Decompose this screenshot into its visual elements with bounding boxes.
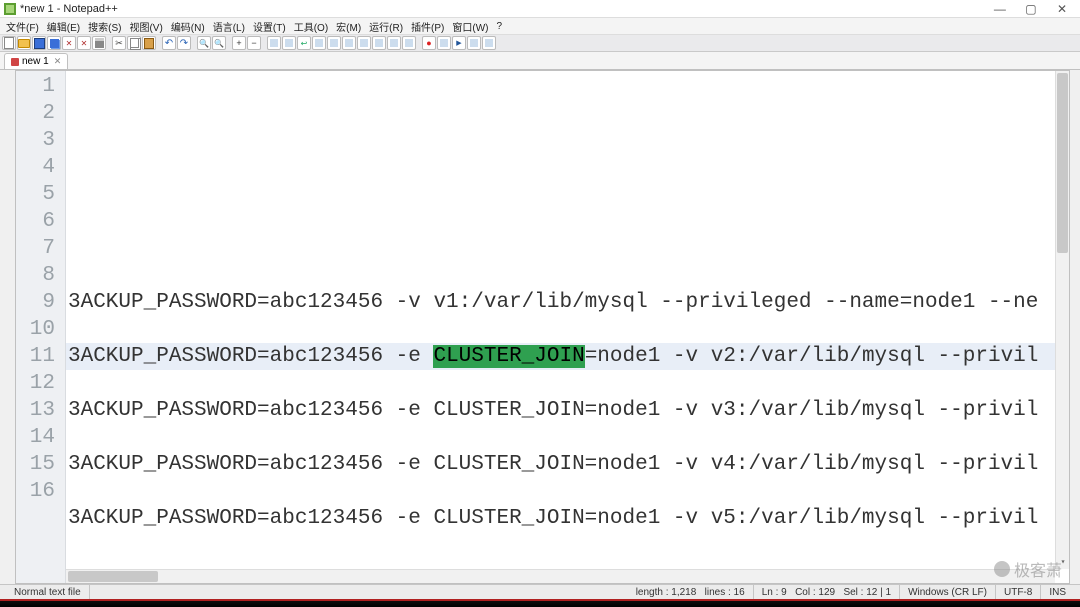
menu-settings[interactable]: 设置(T) (249, 19, 290, 34)
undo-icon[interactable] (162, 36, 176, 50)
code-area[interactable]: 3ACKUP_PASSWORD=abc123456 -v v1:/var/lib… (66, 71, 1069, 583)
minimize-button[interactable]: — (986, 2, 1014, 16)
zoom-in-icon[interactable] (232, 36, 246, 50)
title-bar: *new 1 - Notepad++ — ▢ ✕ (0, 0, 1080, 18)
menu-view[interactable]: 视图(V) (125, 19, 166, 34)
close-button[interactable]: ✕ (1048, 2, 1076, 16)
menu-window[interactable]: 窗口(W) (448, 19, 492, 34)
folder-as-workspace-icon[interactable] (387, 36, 401, 50)
window-controls: — ▢ ✕ (986, 2, 1076, 16)
code-line[interactable]: 3ACKUP_PASSWORD=abc123456 -e CLUSTER_JOI… (66, 343, 1069, 370)
horizontal-scroll-thumb[interactable] (68, 571, 158, 582)
code-line[interactable] (66, 235, 1069, 262)
code-line[interactable] (66, 181, 1069, 208)
tab-close-icon[interactable]: ✕ (54, 56, 62, 67)
menu-run[interactable]: 运行(R) (365, 19, 407, 34)
code-line[interactable] (66, 208, 1069, 235)
doc-map-icon[interactable] (357, 36, 371, 50)
menu-plugins[interactable]: 插件(P) (407, 19, 448, 34)
status-encoding: UTF-8 (996, 585, 1041, 599)
status-position: Ln : 9 Col : 129 Sel : 12 | 1 (754, 585, 900, 599)
close-file-icon[interactable] (62, 36, 76, 50)
code-line[interactable] (66, 127, 1069, 154)
menu-edit[interactable]: 编辑(E) (43, 19, 84, 34)
menu-search[interactable]: 搜索(S) (84, 19, 125, 34)
editor[interactable]: 12345678910111213141516 3ACKUP_PASSWORD=… (15, 70, 1070, 584)
menu-macro[interactable]: 宏(M) (332, 19, 365, 34)
maximize-button[interactable]: ▢ (1017, 2, 1045, 16)
tab-bar: new 1 ✕ (0, 52, 1080, 70)
code-line[interactable] (66, 316, 1069, 343)
open-file-icon[interactable] (17, 36, 31, 50)
udl-icon[interactable] (342, 36, 356, 50)
vertical-scroll-thumb[interactable] (1057, 73, 1068, 253)
macro-play-icon[interactable] (452, 36, 466, 50)
paste-icon[interactable] (142, 36, 156, 50)
tab-label: new 1 (22, 56, 49, 67)
save-icon[interactable] (32, 36, 46, 50)
sync-vscroll-icon[interactable] (267, 36, 281, 50)
highlighted-selection: CLUSTER_JOIN (433, 345, 584, 368)
code-line[interactable] (66, 532, 1069, 559)
code-line[interactable] (66, 154, 1069, 181)
menu-file[interactable]: 文件(F) (2, 19, 43, 34)
func-list-icon[interactable] (372, 36, 386, 50)
code-line[interactable] (66, 370, 1069, 397)
macro-save-icon[interactable] (482, 36, 496, 50)
menu-help[interactable]: ? (493, 21, 507, 32)
line-number-gutter: 12345678910111213141516 (16, 71, 66, 583)
zoom-out-icon[interactable] (247, 36, 261, 50)
code-line[interactable]: 3ACKUP_PASSWORD=abc123456 -e CLUSTER_JOI… (66, 397, 1069, 424)
macro-record-icon[interactable] (422, 36, 436, 50)
sync-hscroll-icon[interactable] (282, 36, 296, 50)
indent-guide-icon[interactable] (327, 36, 341, 50)
macro-multi-play-icon[interactable] (467, 36, 481, 50)
cut-icon[interactable] (112, 36, 126, 50)
status-mode: INS (1041, 585, 1074, 599)
vertical-scrollbar[interactable]: ▾ (1055, 71, 1069, 569)
close-all-icon[interactable] (77, 36, 91, 50)
save-all-icon[interactable] (47, 36, 61, 50)
tab-new1[interactable]: new 1 ✕ (4, 53, 68, 69)
horizontal-scrollbar[interactable]: ▸ (66, 569, 1055, 583)
video-progress-strip (0, 599, 1080, 607)
status-filetype: Normal text file (6, 585, 90, 599)
code-line[interactable] (66, 478, 1069, 505)
code-line[interactable]: 3ACKUP_PASSWORD=abc123456 -v v1:/var/lib… (66, 289, 1069, 316)
print-icon[interactable] (92, 36, 106, 50)
code-line[interactable] (66, 424, 1069, 451)
status-bar: Normal text file length : 1,218 lines : … (0, 584, 1080, 599)
menu-encoding[interactable]: 编码(N) (167, 19, 209, 34)
new-file-icon[interactable] (2, 36, 16, 50)
menu-tools[interactable]: 工具(O) (290, 19, 332, 34)
app-icon (4, 3, 16, 15)
word-wrap-icon[interactable] (297, 36, 311, 50)
copy-icon[interactable] (127, 36, 141, 50)
menu-bar[interactable]: 文件(F) 编辑(E) 搜索(S) 视图(V) 编码(N) 语言(L) 设置(T… (0, 18, 1080, 34)
monitoring-icon[interactable] (402, 36, 416, 50)
code-line[interactable]: 3ACKUP_PASSWORD=abc123456 -e CLUSTER_JOI… (66, 451, 1069, 478)
status-length: length : 1,218 lines : 16 (628, 585, 754, 599)
replace-icon[interactable] (212, 36, 226, 50)
unsaved-indicator-icon (11, 58, 19, 66)
window-title: *new 1 - Notepad++ (20, 3, 118, 15)
show-all-chars-icon[interactable] (312, 36, 326, 50)
scroll-down-icon[interactable]: ▾ (1056, 555, 1069, 569)
menu-language[interactable]: 语言(L) (209, 19, 249, 34)
status-eol: Windows (CR LF) (900, 585, 996, 599)
toolbar (0, 34, 1080, 52)
redo-icon[interactable] (177, 36, 191, 50)
code-line[interactable] (66, 262, 1069, 289)
code-line[interactable]: 3ACKUP_PASSWORD=abc123456 -e CLUSTER_JOI… (66, 505, 1069, 532)
find-icon[interactable] (197, 36, 211, 50)
macro-stop-icon[interactable] (437, 36, 451, 50)
